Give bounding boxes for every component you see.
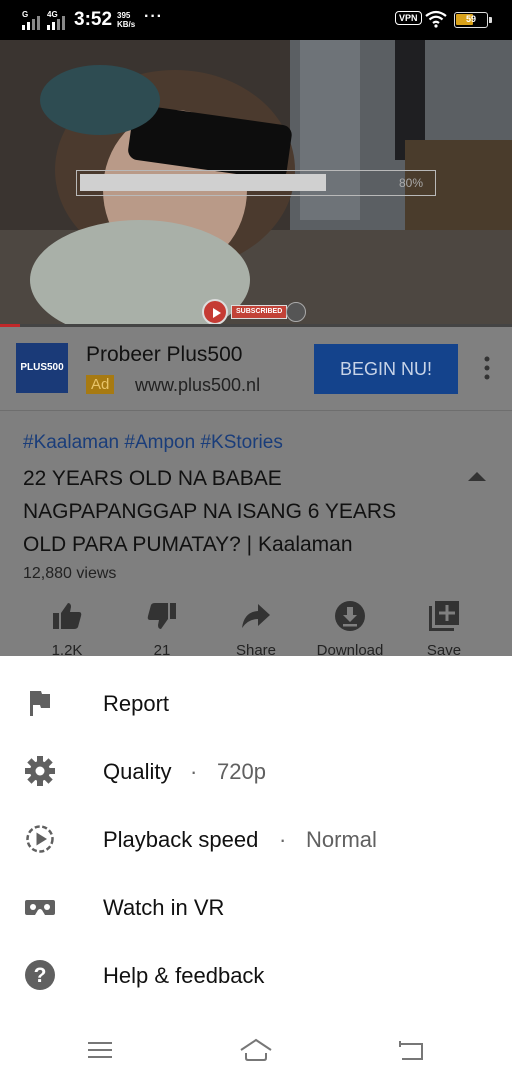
subscribed-watermark: SUBSCRIBED [202,299,306,325]
more-vert-icon[interactable] [480,353,494,383]
home-icon[interactable] [239,1036,273,1064]
network-speed: 395 KB/s [117,11,135,29]
advertiser-logo: PLUS500 [16,343,68,393]
view-count: 12,880 views [23,565,117,582]
dislike-button[interactable]: 21 [114,598,210,659]
share-button[interactable]: Share [208,598,304,659]
wifi-icon [425,10,447,28]
save-button[interactable]: Save [396,598,492,659]
video-info: #Kaalaman #Ampon #KStories 22 YEARS OLD … [0,412,512,659]
menu-item-quality[interactable]: Quality · 720p [0,737,512,805]
clock: 3:52 [74,9,113,30]
hashtags[interactable]: #Kaalaman #Ampon #KStories [23,432,283,454]
menu-item-label: Watch in VR [103,895,225,920]
ad-url[interactable]: www.plus500.nl [135,375,260,396]
playback-speed-icon [26,825,54,853]
buffer-progress: 80% [76,170,436,196]
buffer-fill [80,174,327,191]
menu-item-label: Quality [103,759,172,784]
save-playlist-icon [429,601,459,631]
ad-badge: Ad [86,375,115,394]
back-icon[interactable] [395,1036,429,1064]
help-icon: ? [25,960,55,990]
download-button[interactable]: Download [302,598,398,659]
options-menu-sheet: Report Quality · 720p Playback speed · N… [0,656,512,1020]
svg-text:?: ? [34,964,47,987]
speed-value: 395 [117,11,131,20]
battery-icon: 59 [454,12,492,28]
buffer-percent: 80% [398,176,423,190]
thumbs-down-icon [147,603,176,629]
status-bar: G 4G 3:52 395 KB/s ··· VPN 59 [0,0,512,40]
menu-item-help-feedback[interactable]: ? Help & feedback [0,941,512,1009]
battery-percent: 59 [465,14,476,24]
separator-dot: · [279,827,287,852]
menu-item-playback-speed[interactable]: Playback speed · Normal [0,805,512,873]
youtube-logo-icon [202,299,228,325]
bell-icon [286,302,306,322]
gear-icon [25,756,55,786]
quality-value: 720p [217,759,266,784]
thumbs-up-icon [53,603,82,629]
subscribed-label: SUBSCRIBED [231,305,288,319]
like-button[interactable]: 1.2K [19,598,115,659]
svg-text:4G: 4G [47,10,58,19]
ad-cta-button[interactable]: BEGIN NU! [314,344,458,394]
collapse-description-icon[interactable] [466,470,488,482]
share-icon [242,604,270,628]
separator-dot: · [190,759,198,784]
vr-headset-icon [25,900,55,915]
menu-item-watch-vr[interactable]: Watch in VR [0,873,512,941]
menu-item-label: Report [103,691,170,716]
menu-item-label: Playback speed [103,827,259,852]
playback-speed-value: Normal [306,827,377,852]
menu-item-label: Help & feedback [103,963,265,988]
action-bar: 1.2K 21 Share Download Save [0,598,512,659]
vpn-badge: VPN [395,11,422,25]
video-player[interactable]: 80% SUBSCRIBED [0,40,512,326]
speed-unit: KB/s [117,20,136,29]
svg-text:G: G [22,10,28,19]
signal-icon: G 4G [22,10,65,30]
ad-banner[interactable]: PLUS500 Probeer Plus500 Ad www.plus500.n… [0,327,512,411]
ad-title[interactable]: Probeer Plus500 [86,343,242,367]
system-nav-bar [0,1020,512,1080]
download-icon [335,601,365,631]
menu-icon[interactable] [83,1036,117,1064]
video-title: 22 YEARS OLD NA BABAE NAGPAPANGGAP NA IS… [23,467,397,556]
flag-icon [30,691,50,716]
menu-item-report[interactable]: Report [0,669,512,737]
more-notifications-icon: ··· [144,8,163,25]
